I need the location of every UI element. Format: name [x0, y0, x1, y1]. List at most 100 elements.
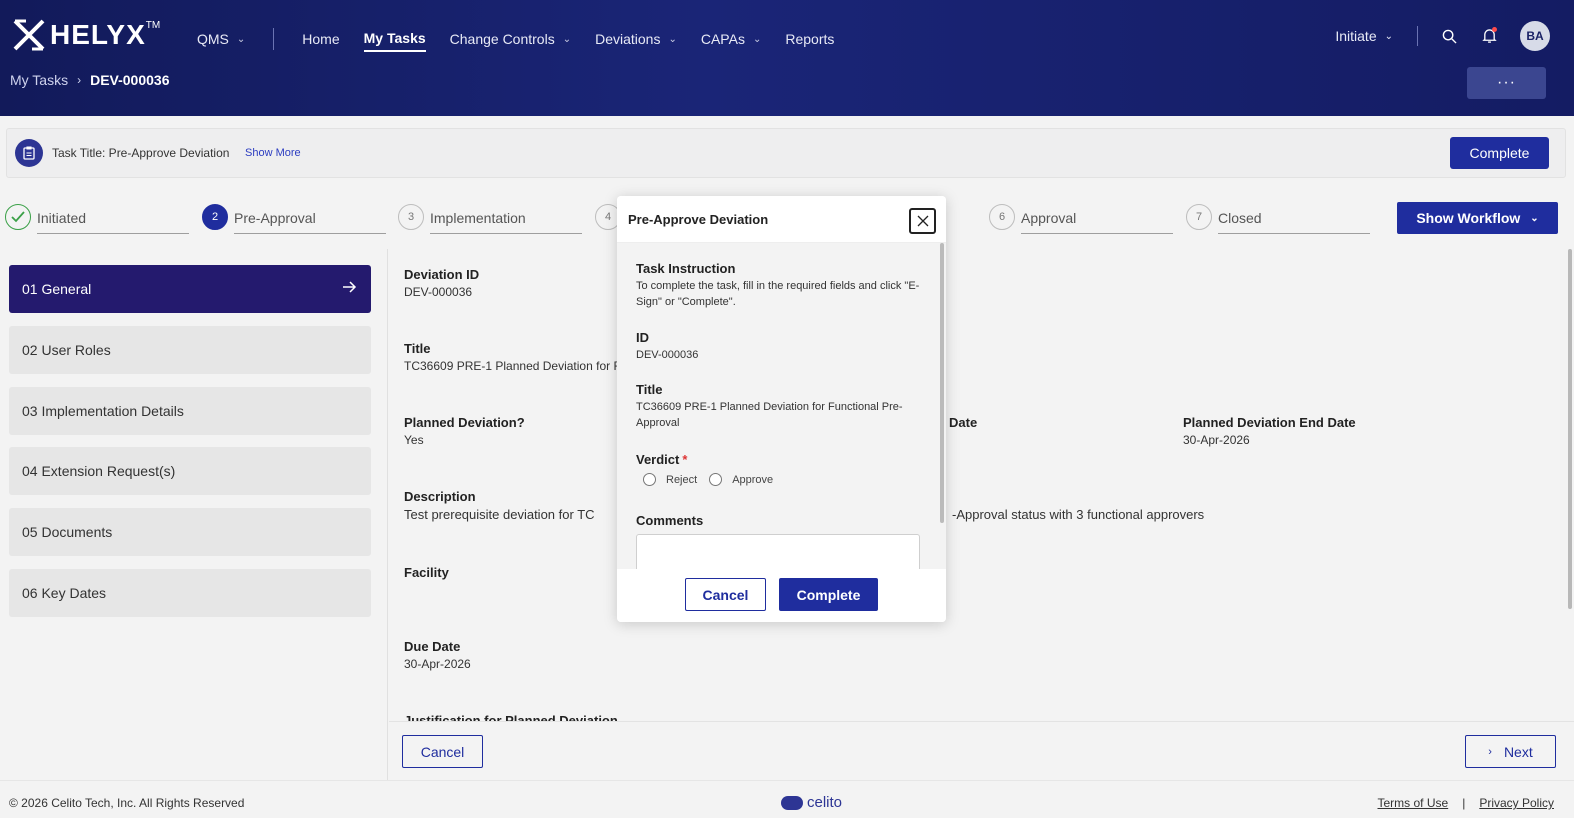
complete-task-button[interactable]: Complete: [1450, 137, 1549, 169]
field-value: DEV-000036: [404, 285, 473, 299]
chevron-down-icon: ⌄: [1384, 30, 1393, 42]
field-value: TC36609 PRE-1 Planned Deviation for F: [404, 359, 621, 373]
close-icon[interactable]: [909, 208, 936, 234]
main-scrollbar[interactable]: [1566, 249, 1574, 724]
title-field: Title TC36609 PRE-1 Planned Deviation fo…: [404, 341, 621, 373]
nav-qms[interactable]: QMS ⌄: [197, 28, 245, 50]
step-number: 7: [1186, 204, 1212, 230]
step-underline: [1021, 233, 1173, 234]
sidebar-item-label: 05 Documents: [22, 524, 113, 540]
helyx-logo[interactable]: HELYX TM: [12, 18, 160, 52]
nav-deviations-label: Deviations: [595, 31, 661, 47]
user-avatar[interactable]: BA: [1520, 21, 1550, 51]
dialog-id-field: ID DEV-000036: [636, 330, 926, 363]
bell-icon[interactable]: [1480, 27, 1498, 45]
scroll-thumb[interactable]: [1568, 249, 1572, 609]
terms-link[interactable]: Terms of Use: [1378, 796, 1449, 810]
sidebar-item-implementation-details[interactable]: 03 Implementation Details: [9, 387, 371, 435]
nav-reports[interactable]: Reports: [785, 28, 834, 50]
end-date-field: Planned Deviation End Date 30-Apr-2026: [1183, 415, 1356, 447]
step-underline: [37, 233, 189, 234]
dialog-header: Pre-Approve Deviation: [617, 196, 946, 243]
required-asterisk: *: [682, 452, 688, 467]
step-label: Initiated: [37, 210, 87, 226]
dialog-cancel-button[interactable]: Cancel: [685, 578, 766, 611]
celito-logo-text: celito: [807, 794, 843, 811]
nav-my-tasks[interactable]: My Tasks: [363, 30, 426, 52]
justification-field: Justification for Planned Deviation: [404, 713, 618, 721]
show-workflow-button[interactable]: Show Workflow ⌄: [1397, 202, 1558, 234]
dialog-complete-button[interactable]: Complete: [779, 578, 878, 611]
verdict-options: Reject Approve: [636, 473, 926, 486]
chevron-right-icon: ›: [77, 73, 82, 87]
initiate-label: Initiate: [1335, 28, 1377, 44]
field-value: Test prerequisite deviation for TC: [404, 507, 595, 522]
comments-field: Comments: [636, 513, 926, 569]
header-actions: Initiate ⌄ BA: [1335, 21, 1550, 51]
sidebar-item-extension-requests[interactable]: 04 Extension Request(s): [9, 447, 371, 495]
chevron-right-icon: ›: [1488, 745, 1492, 758]
step-underline: [1218, 233, 1370, 234]
chevron-down-icon: ⌄: [562, 33, 572, 45]
field-label: Due Date: [404, 639, 461, 654]
verdict-label: Verdict: [636, 452, 680, 467]
field-value: -Approval status with 3 functional appro…: [952, 507, 1205, 522]
reject-radio[interactable]: [643, 473, 656, 486]
nav-capas-label: CAPAs: [700, 31, 745, 47]
dialog-scrollbar[interactable]: [940, 243, 944, 523]
main-nav: QMS ⌄ Home My Tasks Change Controls ⌄ De…: [197, 26, 858, 52]
page-footer: © 2026 Celito Tech, Inc. All Rights Rese…: [0, 780, 1574, 818]
nav-deviations[interactable]: Deviations ⌄: [595, 28, 677, 50]
description-field-tail: -Approval status with 3 functional appro…: [952, 507, 1204, 522]
task-bar: Task Title: Pre-Approve Deviation Show M…: [6, 128, 1566, 178]
celito-mark-icon: [781, 795, 803, 810]
search-icon[interactable]: [1440, 27, 1458, 45]
field-label: Facility: [404, 565, 449, 580]
dialog-title: Pre-Approve Deviation: [628, 212, 769, 227]
nav-qms-label: QMS: [197, 31, 229, 47]
step-underline: [430, 233, 582, 234]
cancel-button[interactable]: Cancel: [402, 735, 483, 768]
field-label: Description: [404, 489, 476, 504]
privacy-link[interactable]: Privacy Policy: [1479, 796, 1554, 810]
breadcrumb-my-tasks[interactable]: My Tasks: [10, 72, 68, 88]
nav-capas[interactable]: CAPAs ⌄: [701, 28, 761, 50]
field-label: Date: [949, 415, 978, 430]
field-value: 30-Apr-2026: [404, 657, 471, 671]
reject-label[interactable]: Reject: [666, 474, 697, 486]
breadcrumb-current: DEV-000036: [90, 72, 170, 88]
sidebar-item-user-roles[interactable]: 02 User Roles: [9, 326, 371, 374]
show-more-link[interactable]: Show More: [245, 147, 301, 159]
sidebar-item-label: 06 Key Dates: [22, 585, 107, 601]
footer-separator: |: [1462, 796, 1466, 810]
deviation-id-field: Deviation ID DEV-000036: [404, 267, 479, 299]
sidebar-item-documents[interactable]: 05 Documents: [9, 508, 371, 556]
planned-deviation-field: Planned Deviation? Yes: [404, 415, 525, 447]
field-value: 30-Apr-2026: [1183, 433, 1250, 447]
chevron-down-icon: ⌄: [752, 33, 762, 45]
sidebar-item-key-dates[interactable]: 06 Key Dates: [9, 569, 371, 617]
nav-change-controls[interactable]: Change Controls ⌄: [450, 28, 571, 50]
chevron-down-icon: ⌄: [1530, 212, 1539, 224]
comments-textarea[interactable]: [636, 534, 920, 569]
nav-divider: [273, 28, 275, 50]
more-options-button[interactable]: ···: [1467, 67, 1546, 99]
field-label: Planned Deviation End Date: [1183, 415, 1356, 430]
step-number: 6: [989, 204, 1015, 230]
step-label: Pre-Approval: [234, 210, 316, 226]
due-date-field: Due Date 30-Apr-2026: [404, 639, 471, 671]
dialog-footer: Cancel Complete: [617, 569, 946, 622]
description-field: Description Test prerequisite deviation …: [404, 489, 595, 522]
form-actions-bar: Cancel › Next: [389, 721, 1574, 780]
field-label: Task Instruction: [636, 261, 736, 276]
sidebar-item-general[interactable]: 01 General: [9, 265, 371, 313]
step-label: Implementation: [430, 210, 526, 226]
next-label: Next: [1503, 743, 1533, 760]
approve-label[interactable]: Approve: [732, 474, 773, 486]
next-button[interactable]: › Next: [1465, 735, 1556, 768]
approve-radio[interactable]: [709, 473, 723, 486]
initiate-dropdown[interactable]: Initiate ⌄: [1335, 28, 1393, 44]
app-header: HELYX TM QMS ⌄ Home My Tasks Change Cont…: [0, 0, 1574, 116]
sidebar-item-label: 01 General: [22, 281, 92, 297]
nav-home[interactable]: Home: [302, 28, 339, 50]
